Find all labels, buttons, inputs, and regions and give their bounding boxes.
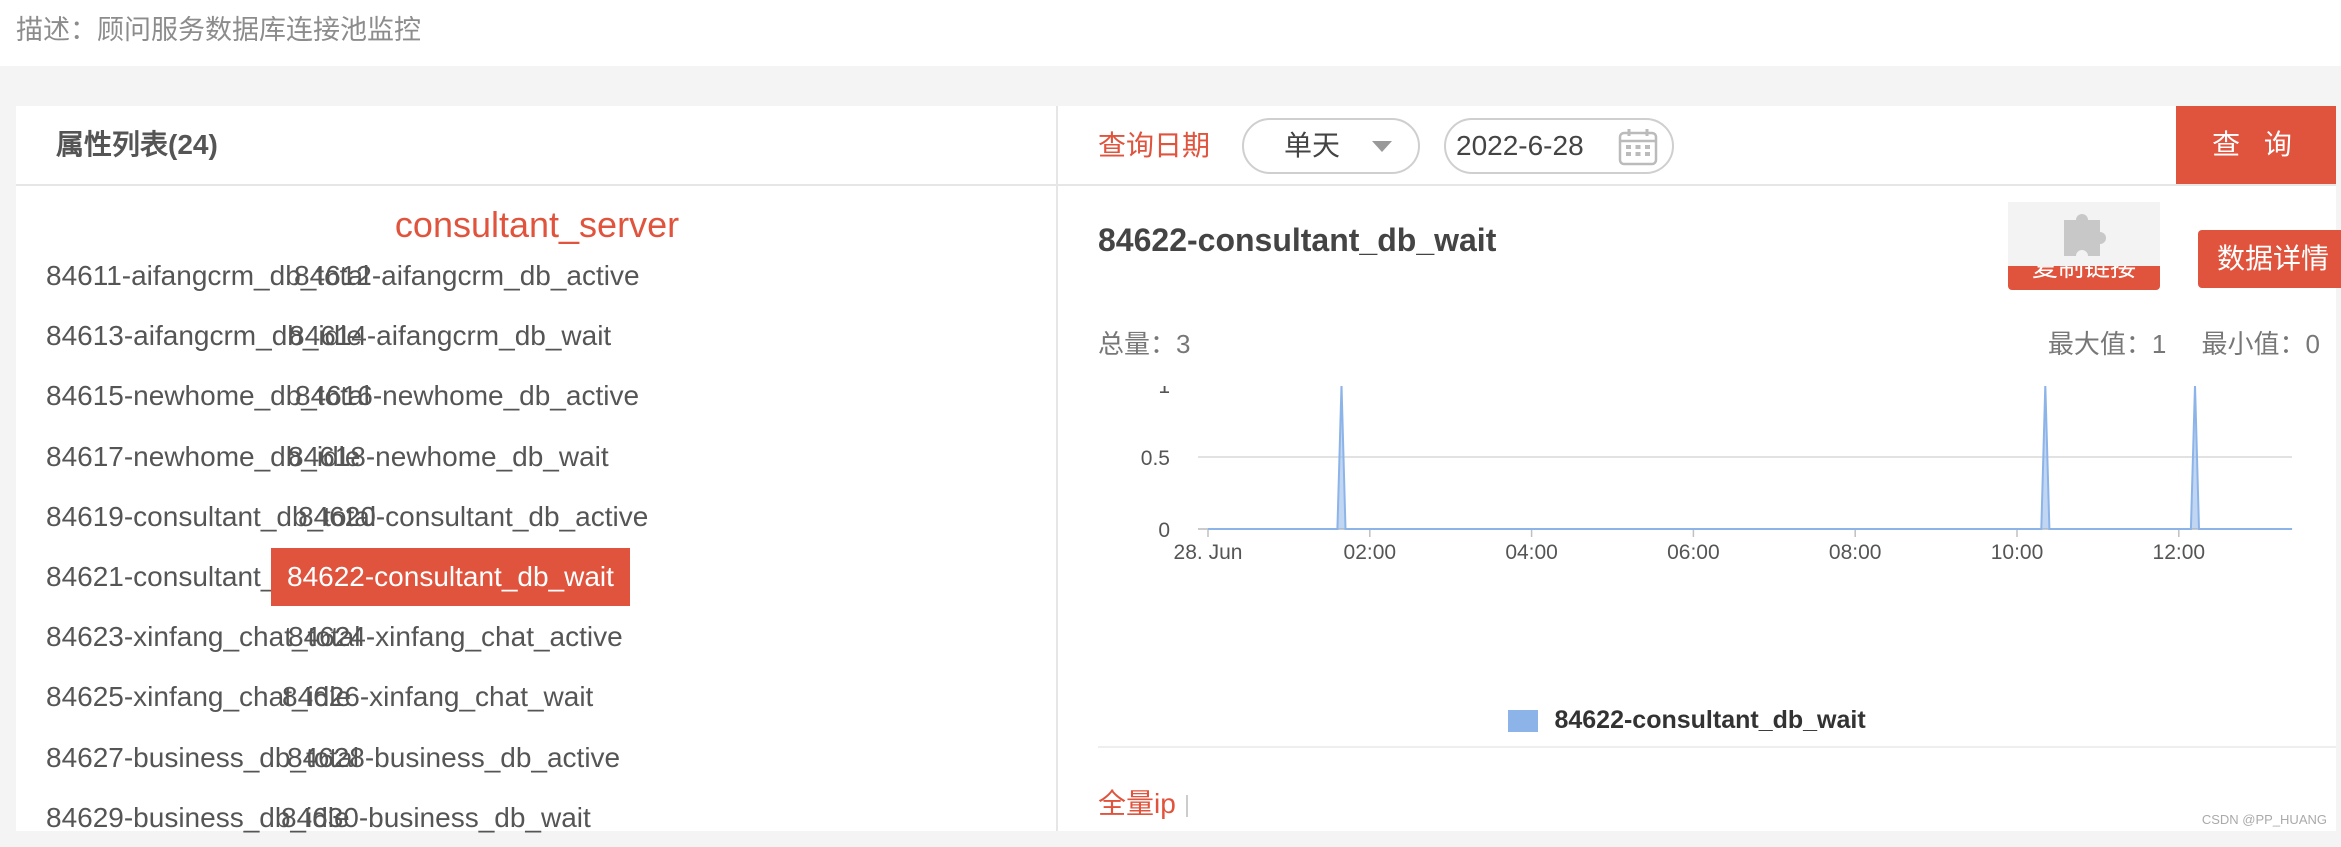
attribute-item[interactable]: 84618-newhome_db_wait: [272, 428, 625, 486]
y-tick-label: 1: [1158, 386, 1170, 398]
attribute-item[interactable]: 84612-aifangcrm_db_active: [278, 247, 656, 305]
attribute-item[interactable]: 84614-aifangcrm_db_wait: [273, 307, 627, 365]
max-value: 最大值：1: [2047, 329, 2167, 359]
attribute-list-header: 属性列表(24): [16, 106, 1056, 186]
date-mode-select[interactable]: 单天: [1242, 118, 1420, 174]
chart-legend[interactable]: 84622-consultant_db_wait: [1508, 706, 1866, 746]
attribute-item[interactable]: 84626-xinfang_chat_wait: [266, 668, 609, 726]
all-ip-section-title: 全量ip: [1098, 782, 1188, 822]
y-tick-label: 0.5: [1141, 447, 1170, 470]
y-tick-label: 0: [1158, 519, 1170, 542]
data-detail-button[interactable]: 数据详情: [2198, 230, 2341, 288]
query-button[interactable]: 查 询: [2176, 106, 2336, 184]
x-tick-label: 08:00: [1829, 541, 1882, 564]
x-tick-label: 04:00: [1505, 541, 1558, 564]
chart-panel: 查询日期 单天 2022-6-28 查 询 84622-consultant_d…: [1058, 106, 2341, 831]
monitor-panel: 属性列表(24) consultant_server 84611-aifangc…: [16, 106, 2341, 833]
watermark: CSDN @PP_HUANG: [2201, 812, 2327, 827]
date-input[interactable]: 2022-6-28: [1444, 118, 1674, 174]
date-value: 2022-6-28: [1456, 130, 1584, 161]
server-name[interactable]: consultant_server: [16, 204, 1058, 246]
attribute-item[interactable]: 84624-xinfang_chat_active: [272, 608, 639, 666]
attribute-item[interactable]: 84620-consultant_db_active: [282, 488, 664, 546]
query-bar: 查询日期 单天 2022-6-28 查 询: [1058, 106, 2336, 186]
total-count: 总量：3: [1098, 329, 1191, 359]
x-tick-label: 10:00: [1991, 541, 2044, 564]
legend-label: 84622-consultant_db_wait: [1554, 706, 1866, 734]
plugin-placeholder: [2008, 202, 2160, 266]
attribute-list-panel: 属性列表(24) consultant_server 84611-aifangc…: [16, 106, 1058, 833]
chart-svg: 00.511.528. Jun02:0004:0006:0008:0010:00…: [1141, 303, 2293, 564]
attribute-item[interactable]: 84628-business_db_active: [271, 729, 636, 787]
metric-title: 84622-consultant_db_wait: [1098, 222, 1497, 258]
attribute-item[interactable]: 84630-business_db_wait: [265, 789, 607, 847]
legend-swatch: [1508, 709, 1538, 732]
x-tick-label: 02:00: [1344, 541, 1397, 564]
attribute-item[interactable]: 84622-consultant_db_wait: [271, 548, 630, 606]
min-value: 最小值：0: [2201, 329, 2320, 359]
date-mode-value: 单天: [1284, 130, 1341, 161]
page-description: 描述：顾问服务数据库连接池监控: [0, 0, 2341, 66]
x-tick-label: 12:00: [2153, 541, 2206, 564]
x-tick-label: 06:00: [1667, 541, 1720, 564]
attribute-item[interactable]: 84616-newhome_db_active: [279, 367, 655, 425]
x-tick-label: 28. Jun: [1174, 541, 1243, 564]
max-min-stats: 最大值：1 最小值：0: [2020, 324, 2320, 361]
query-date-label: 查询日期: [1098, 130, 1211, 161]
calendar-icon[interactable]: [1618, 128, 1658, 183]
all-ip-label: 全量ip: [1098, 788, 1176, 819]
puzzle-icon: [2064, 214, 2106, 256]
chevron-down-icon: [1372, 141, 1392, 152]
section-divider: [1098, 746, 2336, 748]
line-chart: 00.511.528. Jun02:0004:0006:0008:0010:00…: [1058, 303, 2336, 716]
title-separator: [1185, 794, 1188, 817]
